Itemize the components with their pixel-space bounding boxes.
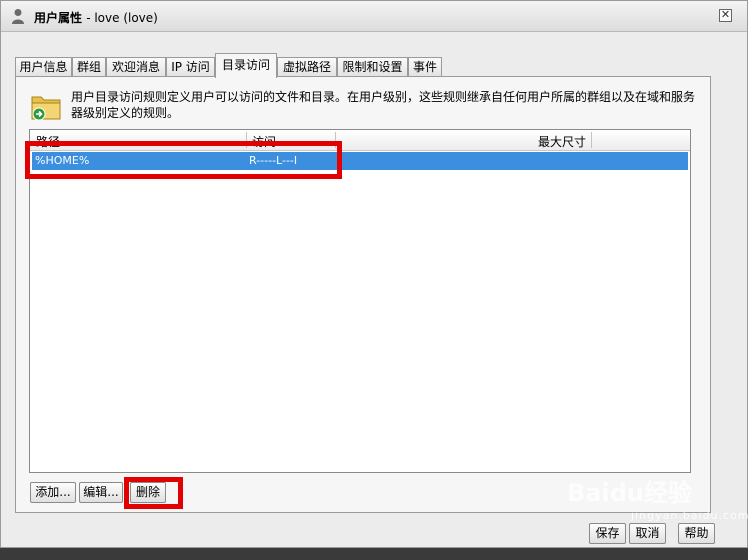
- baidu-watermark: Baidu经验 jingyan.baidu.com: [567, 473, 748, 533]
- edit-button[interactable]: 编辑...: [79, 482, 123, 503]
- title-bar: 用户属性 - love (love) ✕: [1, 1, 747, 32]
- watermark-url: jingyan.baidu.com: [631, 509, 748, 522]
- tab-directory-access[interactable]: 目录访问: [215, 53, 277, 78]
- highlight-box-delete-button: [124, 477, 183, 509]
- tab-groups[interactable]: 群组: [72, 57, 106, 77]
- folder-access-icon: [31, 96, 61, 121]
- close-button[interactable]: ✕: [719, 9, 732, 22]
- window-title-main: 用户属性: [34, 11, 83, 25]
- highlight-box-home-row: [25, 141, 342, 179]
- close-icon: ✕: [720, 8, 731, 21]
- tab-limits-settings[interactable]: 限制和设置: [337, 57, 408, 77]
- tab-ip-access[interactable]: IP 访问: [166, 57, 215, 77]
- window-title-suffix: - love (love): [86, 11, 158, 25]
- description-text: 用户目录访问规则定义用户可以访问的文件和目录。在用户级别，这些规则继承自任何用户…: [71, 90, 696, 120]
- tab-welcome-message[interactable]: 欢迎消息: [106, 57, 166, 77]
- user-properties-dialog: 用户属性 - love (love) ✕ 用户信息 群组 欢迎消息 IP 访问 …: [0, 0, 748, 548]
- tab-user-info[interactable]: 用户信息: [15, 57, 72, 77]
- column-divider[interactable]: [591, 132, 592, 148]
- user-icon: [12, 9, 24, 24]
- watermark-brand: Baidu经验: [567, 479, 692, 507]
- tab-virtual-paths[interactable]: 虚拟路径: [277, 57, 337, 77]
- column-header-max-size[interactable]: 最大尺寸: [538, 133, 586, 150]
- access-rules-list[interactable]: 路径 访问 最大尺寸 %HOME% R-----L---I: [29, 129, 691, 473]
- add-button[interactable]: 添加...: [30, 482, 76, 503]
- tab-events[interactable]: 事件: [408, 57, 442, 77]
- window-title: 用户属性 - love (love): [34, 9, 158, 26]
